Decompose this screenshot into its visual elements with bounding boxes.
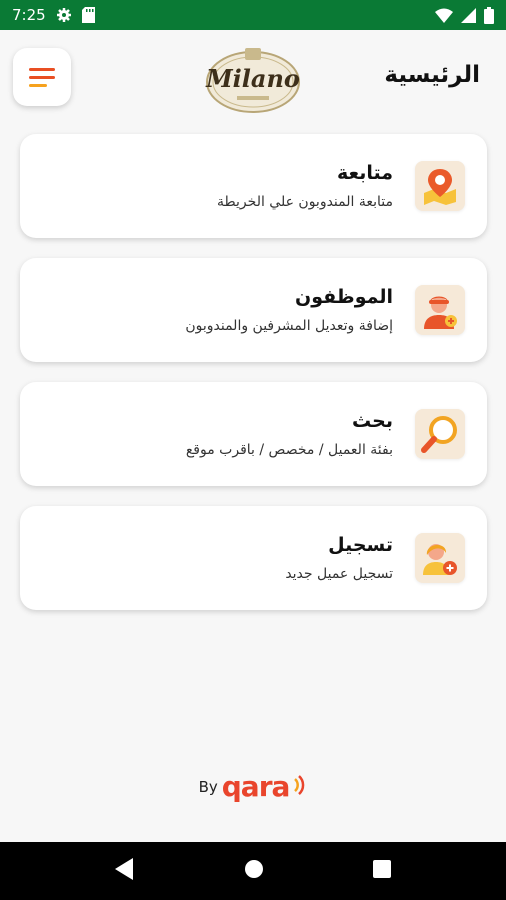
sd-card-icon xyxy=(81,7,95,23)
status-bar: 7:25 xyxy=(0,0,506,30)
card-title: الموظفون xyxy=(295,286,393,308)
menu-icon-line xyxy=(29,67,55,71)
tracking-card[interactable]: متابعة متابعة المندوبون علي الخريطة xyxy=(20,134,487,238)
card-title: تسجيل xyxy=(328,534,393,556)
card-subtitle: تسجيل عميل جديد xyxy=(285,566,393,582)
settings-icon xyxy=(56,7,72,23)
map-pin-icon xyxy=(415,161,465,211)
card-subtitle: متابعة المندوبون علي الخريطة xyxy=(217,194,393,210)
wifi-icon xyxy=(435,8,453,23)
qara-wave-icon xyxy=(293,774,307,799)
search-card[interactable]: بحث بفئة العميل / مخصص / باقرب موقع xyxy=(20,382,487,486)
employees-card[interactable]: الموظفون إضافة وتعديل المشرفين والمندوبو… xyxy=(20,258,487,362)
menu-icon-line xyxy=(29,75,55,79)
recents-icon[interactable] xyxy=(373,860,392,882)
card-subtitle: إضافة وتعديل المشرفين والمندوبون xyxy=(185,318,393,334)
page-title: الرئيسية xyxy=(384,62,480,88)
card-title: بحث xyxy=(352,410,393,432)
menu-button[interactable] xyxy=(13,48,71,106)
add-client-icon xyxy=(415,533,465,583)
back-icon[interactable] xyxy=(114,858,135,884)
battery-icon xyxy=(484,6,494,24)
signal-icon xyxy=(461,7,476,23)
svg-text:Milano: Milano xyxy=(205,64,300,93)
by-label: By xyxy=(198,777,218,796)
card-title: متابعة xyxy=(336,162,393,184)
menu-icon-line xyxy=(29,83,47,87)
add-employee-icon xyxy=(415,285,465,335)
navigation-bar xyxy=(0,842,506,900)
magnifier-icon xyxy=(415,409,465,459)
home-icon[interactable] xyxy=(244,859,264,883)
register-card[interactable]: تسجيل تسجيل عميل جديد xyxy=(20,506,487,610)
app-bar: Milano الرئيسية xyxy=(0,30,506,126)
card-subtitle: بفئة العميل / مخصص / باقرب موقع xyxy=(185,442,393,458)
footer-branding: By qara xyxy=(0,770,506,803)
qara-logo: qara xyxy=(221,770,291,803)
milano-logo: Milano xyxy=(197,42,309,114)
status-time: 7:25 xyxy=(12,6,46,24)
